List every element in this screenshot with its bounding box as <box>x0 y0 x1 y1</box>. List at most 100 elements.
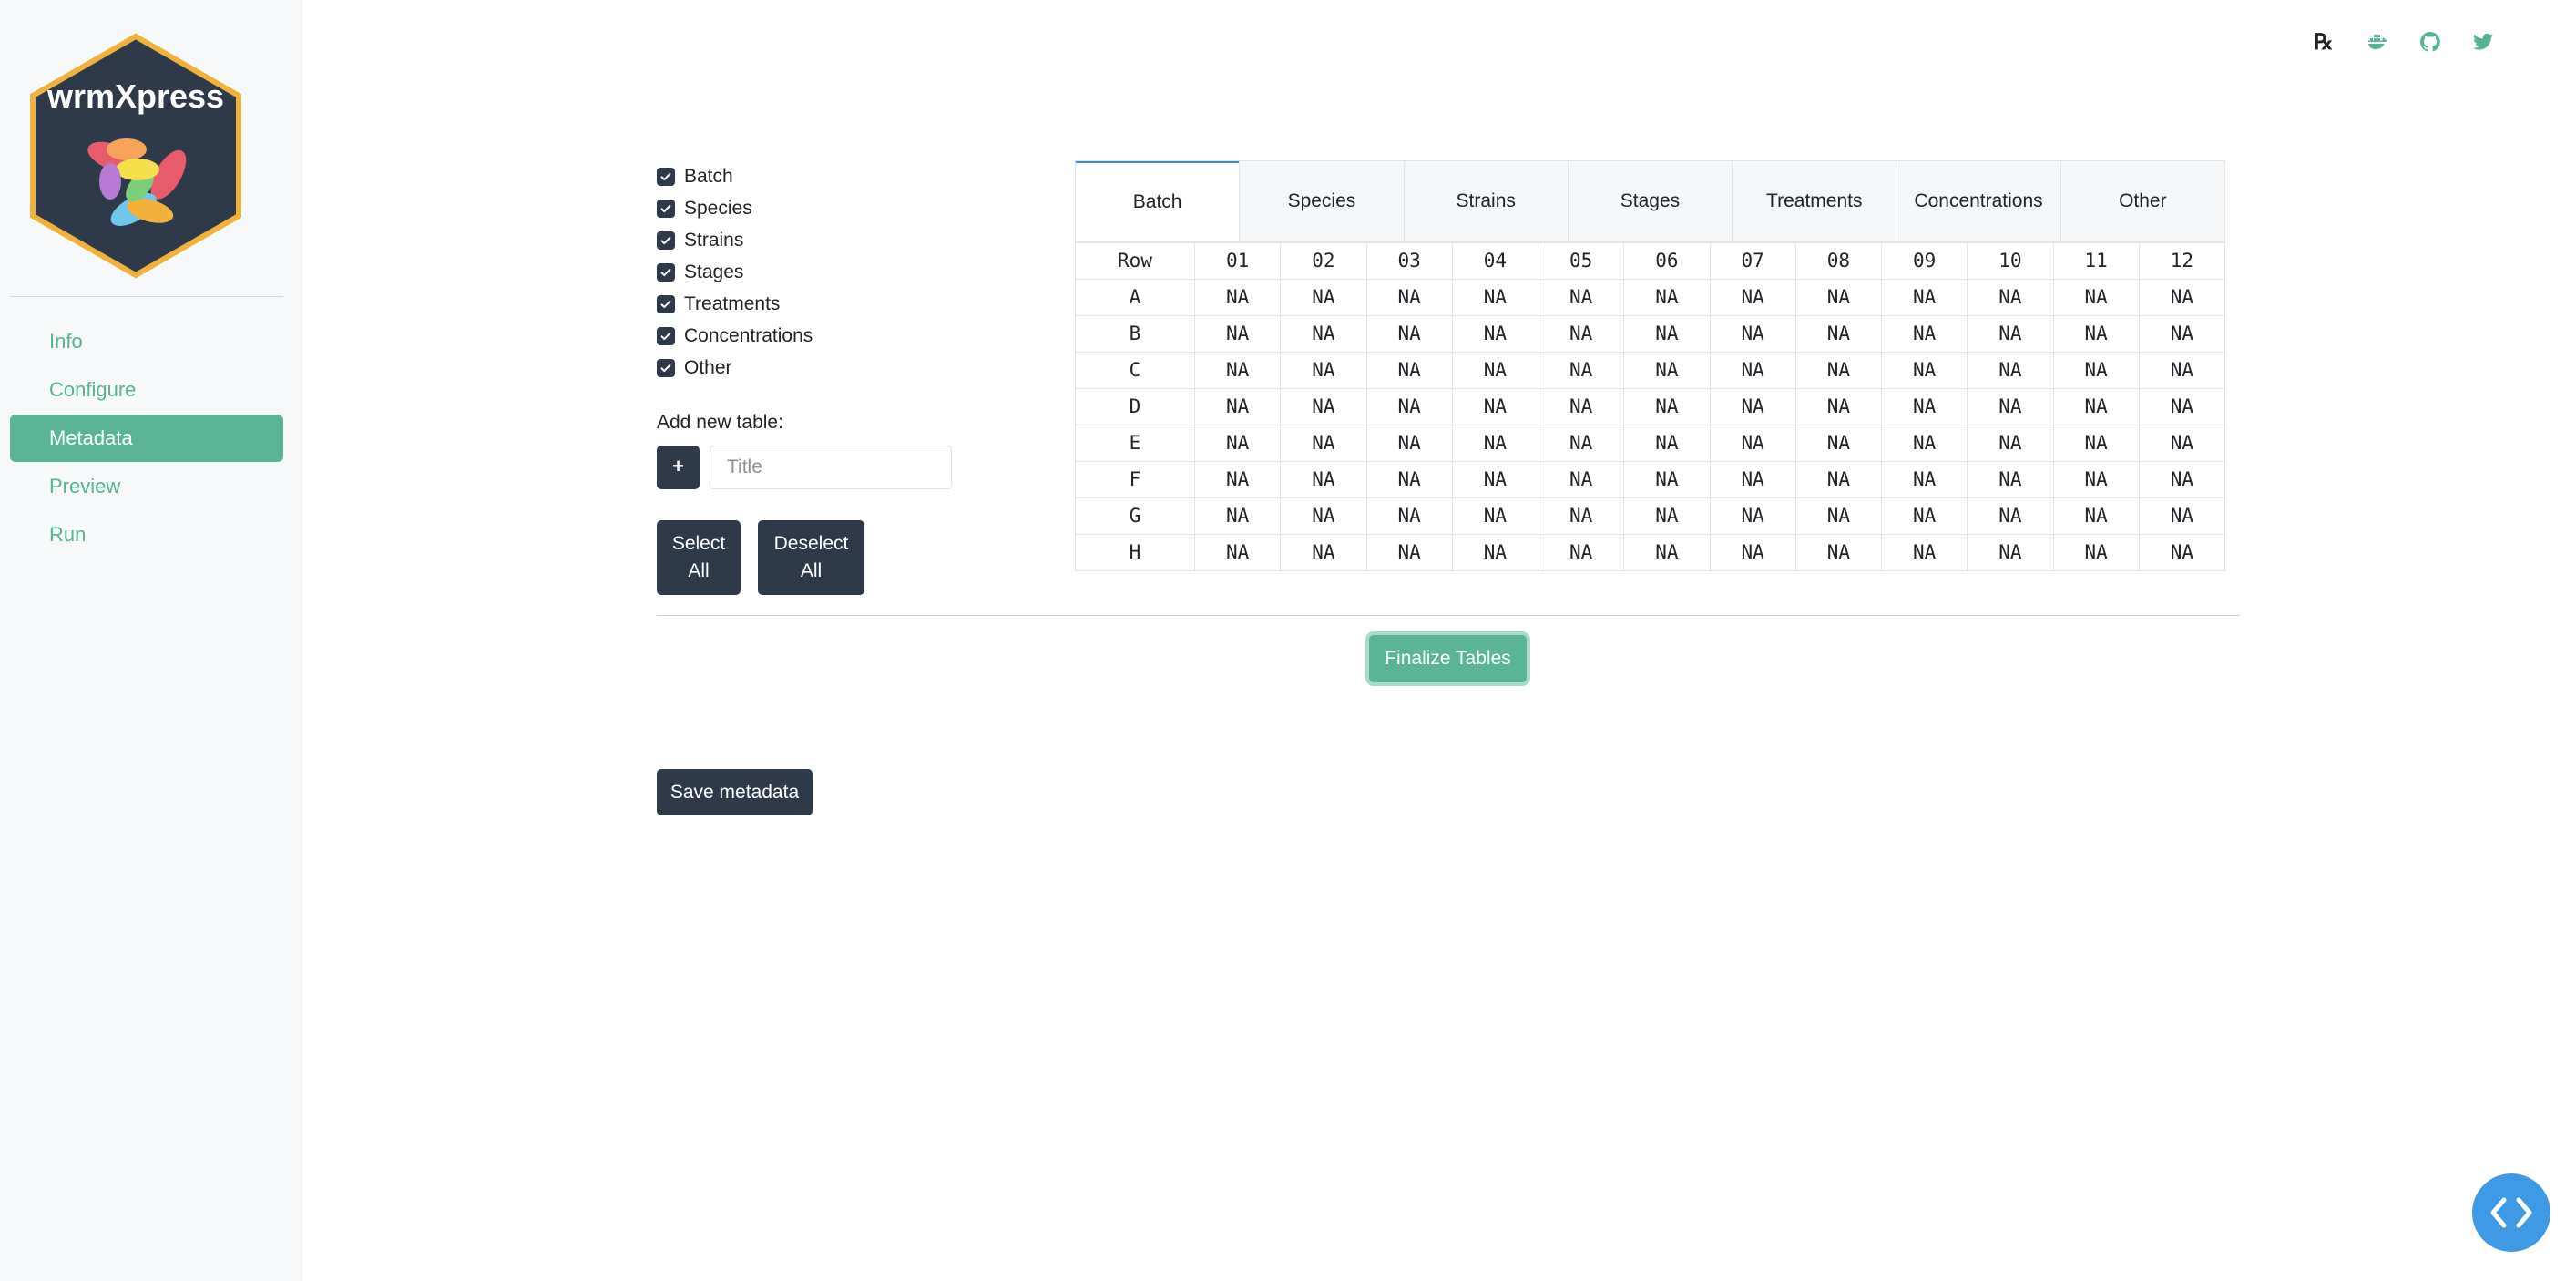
checkbox-checked-icon[interactable] <box>657 199 675 218</box>
table-cell[interactable]: NA <box>1451 314 1539 353</box>
table-cell[interactable]: NA <box>2052 424 2140 462</box>
table-cell[interactable]: NA <box>1794 351 1883 389</box>
table-cell[interactable]: NA <box>1193 351 1282 389</box>
table-cell[interactable]: NA <box>1967 460 2054 498</box>
sidebar-item-run[interactable]: Run <box>10 511 283 559</box>
table-cell[interactable]: NA <box>1280 314 1367 353</box>
docker-icon[interactable] <box>2366 31 2388 53</box>
table-cell[interactable]: NA <box>2138 460 2226 498</box>
table-cell[interactable]: NA <box>1365 278 1453 316</box>
table-cell[interactable]: NA <box>1537 351 1625 389</box>
add-table-button[interactable]: + <box>657 446 700 489</box>
table-cell[interactable]: NA <box>1794 278 1883 316</box>
table-cell[interactable]: NA <box>1709 351 1796 389</box>
table-cell[interactable]: NA <box>1967 351 2054 389</box>
table-cell[interactable]: NA <box>2138 497 2226 535</box>
table-cell[interactable]: NA <box>1709 497 1796 535</box>
sidebar-item-preview[interactable]: Preview <box>10 463 283 510</box>
table-cell[interactable]: NA <box>1880 351 1968 389</box>
table-cell[interactable]: NA <box>1967 314 2054 353</box>
table-cell[interactable]: NA <box>1794 533 1883 571</box>
table-cell[interactable]: NA <box>1709 424 1796 462</box>
table-cell[interactable]: NA <box>2052 351 2140 389</box>
table-cell[interactable]: NA <box>1967 278 2054 316</box>
table-cell[interactable]: NA <box>1709 533 1796 571</box>
tab-stages[interactable]: Stages <box>1567 161 1732 241</box>
twitter-icon[interactable] <box>2472 31 2494 53</box>
table-cell[interactable]: NA <box>1193 278 1282 316</box>
table-cell[interactable]: NA <box>1623 497 1711 535</box>
table-cell[interactable]: NA <box>1365 387 1453 425</box>
table-cell[interactable]: NA <box>1880 533 1968 571</box>
table-cell[interactable]: NA <box>1623 278 1711 316</box>
tab-batch[interactable]: Batch <box>1076 161 1240 241</box>
table-cell[interactable]: NA <box>1794 497 1883 535</box>
deselect-all-button[interactable]: Deselect All <box>758 520 864 595</box>
dev-tools-button[interactable] <box>2472 1173 2550 1252</box>
table-cell[interactable]: NA <box>1623 533 1711 571</box>
table-cell[interactable]: NA <box>1193 533 1282 571</box>
checklist-item-concentrations[interactable]: Concentrations <box>657 320 813 352</box>
table-cell[interactable]: NA <box>2138 278 2226 316</box>
checklist-item-stages[interactable]: Stages <box>657 256 813 288</box>
sidebar-item-metadata[interactable]: Metadata <box>10 415 283 462</box>
table-cell[interactable]: NA <box>1537 533 1625 571</box>
table-cell[interactable]: NA <box>1451 351 1539 389</box>
table-cell[interactable]: NA <box>1537 314 1625 353</box>
table-cell[interactable]: NA <box>1537 460 1625 498</box>
table-cell[interactable]: NA <box>1193 460 1282 498</box>
table-cell[interactable]: NA <box>1193 314 1282 353</box>
tab-species[interactable]: Species <box>1239 161 1403 241</box>
select-all-button[interactable]: Select All <box>657 520 741 595</box>
table-cell[interactable]: NA <box>1880 387 1968 425</box>
table-cell[interactable]: NA <box>1451 497 1539 535</box>
table-cell[interactable]: NA <box>1880 314 1968 353</box>
tab-treatments[interactable]: Treatments <box>1732 161 1896 241</box>
table-cell[interactable]: NA <box>1537 387 1625 425</box>
table-cell[interactable]: NA <box>2138 424 2226 462</box>
table-cell[interactable]: NA <box>2052 387 2140 425</box>
table-cell[interactable]: NA <box>1794 314 1883 353</box>
table-cell[interactable]: NA <box>1365 533 1453 571</box>
table-cell[interactable]: NA <box>2138 387 2226 425</box>
table-cell[interactable]: NA <box>1451 424 1539 462</box>
table-cell[interactable]: NA <box>1794 424 1883 462</box>
checklist-item-treatments[interactable]: Treatments <box>657 288 813 320</box>
checkbox-checked-icon[interactable] <box>657 326 675 345</box>
table-cell[interactable]: NA <box>1365 314 1453 353</box>
finalize-tables-button[interactable]: Finalize Tables <box>1369 635 1527 682</box>
checklist-item-batch[interactable]: Batch <box>657 160 813 192</box>
table-cell[interactable]: NA <box>1280 387 1367 425</box>
table-cell[interactable]: NA <box>1193 497 1282 535</box>
table-cell[interactable]: NA <box>1623 460 1711 498</box>
table-cell[interactable]: NA <box>1280 278 1367 316</box>
table-cell[interactable]: NA <box>1880 424 1968 462</box>
table-cell[interactable]: NA <box>1280 424 1367 462</box>
table-cell[interactable]: NA <box>1623 314 1711 353</box>
github-icon[interactable] <box>2419 31 2441 53</box>
table-cell[interactable]: NA <box>1280 351 1367 389</box>
table-cell[interactable]: NA <box>2052 278 2140 316</box>
table-cell[interactable]: NA <box>1967 424 2054 462</box>
table-title-input[interactable] <box>710 446 952 489</box>
table-cell[interactable]: NA <box>1451 460 1539 498</box>
table-cell[interactable]: NA <box>2138 351 2226 389</box>
table-cell[interactable]: NA <box>1193 424 1282 462</box>
table-cell[interactable]: NA <box>1880 460 1968 498</box>
checklist-item-other[interactable]: Other <box>657 352 813 384</box>
checklist-item-species[interactable]: Species <box>657 192 813 224</box>
sidebar-item-info[interactable]: Info <box>10 318 283 365</box>
table-cell[interactable]: NA <box>2052 497 2140 535</box>
table-cell[interactable]: NA <box>2138 533 2226 571</box>
table-cell[interactable]: NA <box>1451 278 1539 316</box>
table-cell[interactable]: NA <box>1880 497 1968 535</box>
table-cell[interactable]: NA <box>1967 533 2054 571</box>
checklist-item-strains[interactable]: Strains <box>657 224 813 256</box>
table-cell[interactable]: NA <box>1709 314 1796 353</box>
table-cell[interactable]: NA <box>1280 460 1367 498</box>
table-cell[interactable]: NA <box>1623 387 1711 425</box>
table-cell[interactable]: NA <box>1967 387 2054 425</box>
tab-other[interactable]: Other <box>2060 161 2224 241</box>
checkbox-checked-icon[interactable] <box>657 358 675 377</box>
table-cell[interactable]: NA <box>1365 351 1453 389</box>
